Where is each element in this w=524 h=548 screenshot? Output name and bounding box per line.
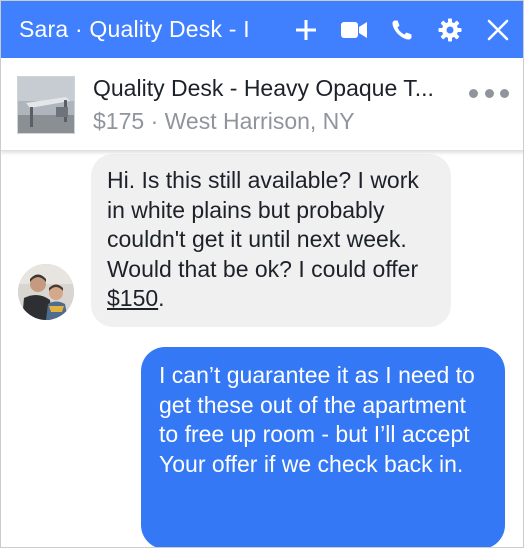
chat-header[interactable]: Sara · Quality Desk - I [1,1,523,58]
listing-title[interactable]: Quality Desk - Heavy Opaque T... [93,75,434,102]
listing-location: West Harrison, NY [164,108,355,134]
more-dots-icon[interactable] [469,84,509,102]
listing-details: $175 · West Harrison, NY [93,108,355,135]
outgoing-message[interactable]: I can’t guarantee it as I need to get th… [141,347,505,547]
phone-icon[interactable] [389,17,415,43]
video-camera-icon[interactable] [341,17,367,43]
price-offer-link[interactable]: $150 [107,285,158,311]
listing-thumbnail[interactable] [17,76,75,134]
gear-icon[interactable] [437,17,463,43]
message-thread[interactable]: Hi. Is this still available? I work in w… [1,151,523,547]
chat-title[interactable]: Sara · Quality Desk - I [19,16,281,43]
sender-avatar[interactable] [18,264,74,320]
incoming-message-text: Hi. Is this still available? I work in w… [107,167,419,282]
listing-price: $175 [93,108,145,134]
header-actions [293,1,511,58]
marketplace-listing-bar[interactable]: Quality Desk - Heavy Opaque T... $175 · … [1,58,523,151]
incoming-message-end: . [158,285,165,311]
plus-icon[interactable] [293,17,319,43]
listing-separator: · [150,108,159,134]
chat-window: Sara · Quality Desk - I Quality Desk - H… [0,0,524,548]
close-icon[interactable] [485,17,511,43]
incoming-message[interactable]: Hi. Is this still available? I work in w… [91,154,451,327]
